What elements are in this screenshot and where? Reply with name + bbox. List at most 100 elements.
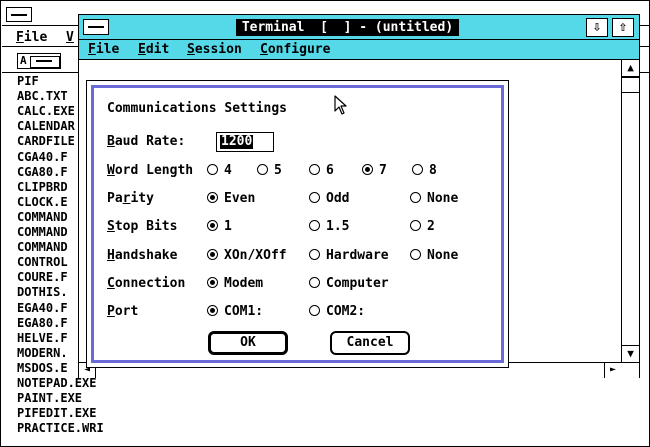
radio-option[interactable]: None bbox=[410, 248, 458, 264]
radio-empty-icon bbox=[309, 164, 320, 175]
menu-file[interactable]: File bbox=[88, 42, 119, 57]
file-list-item[interactable]: CARDFILE bbox=[17, 134, 75, 149]
radio-label: 8 bbox=[429, 163, 437, 178]
radio-option[interactable]: 4 bbox=[207, 163, 232, 179]
file-list-item[interactable]: PIF bbox=[17, 74, 39, 89]
radio-option[interactable]: 1.5 bbox=[309, 219, 349, 235]
maximize-icon[interactable]: ⇧ bbox=[612, 18, 634, 37]
scroll-up-icon[interactable]: ▲ bbox=[622, 60, 639, 77]
file-list-item[interactable]: COMMAND bbox=[17, 210, 68, 225]
file-list-item[interactable]: EGA40.F bbox=[17, 301, 68, 316]
radio-empty-icon bbox=[257, 164, 268, 175]
radio-option[interactable]: 2 bbox=[410, 219, 435, 235]
file-list-item[interactable]: CALENDAR bbox=[17, 119, 75, 134]
baud-rate-label-mnemonic: B bbox=[107, 134, 115, 149]
background-menu-view[interactable]: V bbox=[66, 30, 74, 45]
file-list-item[interactable]: NOTEPAD.EXE bbox=[17, 376, 96, 391]
radio-empty-icon bbox=[207, 164, 218, 175]
drive-selector[interactable]: A bbox=[17, 53, 61, 69]
file-list-item[interactable]: CLOCK.E bbox=[17, 195, 68, 210]
file-list-item[interactable]: CGA40.F bbox=[17, 150, 68, 165]
vertical-scrollbar[interactable]: ▲ ▼ bbox=[621, 60, 639, 363]
radio-label: 5 bbox=[274, 163, 282, 178]
baud-rate-label: Baud Rate: bbox=[107, 134, 185, 150]
radio-option[interactable]: COM2: bbox=[309, 304, 365, 320]
file-list-item[interactable]: CALC.EXE bbox=[17, 104, 75, 119]
radio-option[interactable]: 1 bbox=[207, 219, 232, 235]
radio-selected-icon bbox=[207, 220, 218, 231]
terminal-system-menu-icon[interactable] bbox=[83, 19, 109, 35]
radio-option[interactable]: Even bbox=[207, 191, 255, 207]
menu-session[interactable]: Session bbox=[187, 42, 242, 57]
radio-selected-icon bbox=[362, 164, 373, 175]
radio-empty-icon bbox=[309, 277, 320, 288]
radio-empty-icon bbox=[309, 249, 320, 260]
radio-label: 1 bbox=[224, 219, 232, 234]
radio-empty-icon bbox=[309, 220, 320, 231]
file-list-item[interactable]: PIFEDIT.EXE bbox=[17, 406, 96, 421]
file-list-item[interactable]: HELVE.F bbox=[17, 331, 68, 346]
radio-empty-icon bbox=[412, 164, 423, 175]
radio-option[interactable]: Odd bbox=[309, 191, 349, 207]
file-list-item[interactable]: MODERN. bbox=[17, 346, 68, 361]
file-list-item[interactable]: PAINT.EXE bbox=[17, 391, 82, 406]
radio-label: None bbox=[427, 191, 459, 206]
minimize-icon[interactable]: ⇩ bbox=[586, 18, 608, 37]
radio-option[interactable]: 6 bbox=[309, 163, 334, 179]
dialog-frame: Communications Settings Baud Rate: 1200 … bbox=[91, 85, 504, 363]
scroll-down-icon[interactable]: ▼ bbox=[622, 345, 639, 362]
radio-empty-icon bbox=[309, 305, 320, 316]
file-list-item[interactable]: CGA80.F bbox=[17, 165, 68, 180]
radio-option[interactable]: XOn/XOff bbox=[207, 248, 287, 264]
menu-edit[interactable]: Edit bbox=[138, 42, 169, 57]
file-list-item[interactable]: COMMAND bbox=[17, 240, 68, 255]
radio-label: COM1: bbox=[224, 304, 264, 319]
radio-empty-icon bbox=[410, 220, 421, 231]
radio-option[interactable]: Computer bbox=[309, 276, 389, 292]
ok-button[interactable]: OK bbox=[208, 331, 288, 355]
baud-rate-value: 1200 bbox=[220, 134, 254, 149]
cancel-button[interactable]: Cancel bbox=[330, 331, 410, 355]
setting-label: Port bbox=[107, 304, 139, 319]
file-list-item[interactable]: ABC.TXT bbox=[17, 89, 68, 104]
background-system-menu-icon[interactable] bbox=[6, 7, 32, 22]
radio-option[interactable]: 7 bbox=[362, 163, 387, 179]
radio-label: Even bbox=[224, 191, 256, 206]
vertical-scroll-track[interactable] bbox=[622, 77, 639, 345]
setting-label: Connection bbox=[107, 276, 186, 291]
vertical-scroll-thumb[interactable] bbox=[622, 77, 639, 93]
scroll-right-icon[interactable]: ► bbox=[604, 363, 621, 378]
file-list-item[interactable]: CONTROL bbox=[17, 255, 68, 270]
file-list-item[interactable]: DOTHIS. bbox=[17, 285, 68, 300]
radio-option[interactable]: 8 bbox=[412, 163, 437, 179]
background-menu-file[interactable]: File bbox=[16, 30, 47, 45]
radio-option[interactable]: 5 bbox=[257, 163, 282, 179]
baud-rate-label-rest: aud Rate: bbox=[114, 134, 186, 149]
radio-selected-icon bbox=[207, 249, 218, 260]
radio-label: Hardware bbox=[326, 248, 389, 263]
radio-option[interactable]: None bbox=[410, 191, 458, 207]
setting-label: Stop Bits bbox=[107, 219, 178, 234]
radio-option[interactable]: COM1: bbox=[207, 304, 263, 320]
communications-settings-dialog: Communications Settings Baud Rate: 1200 … bbox=[86, 80, 509, 368]
menu-configure[interactable]: Configure bbox=[260, 42, 330, 57]
radio-label: 4 bbox=[224, 163, 232, 178]
radio-label: XOn/XOff bbox=[224, 248, 287, 263]
file-list-item[interactable]: MSDOS.E bbox=[17, 361, 68, 376]
file-list-item[interactable]: PRACTICE.WRI bbox=[17, 421, 104, 436]
radio-label: 7 bbox=[379, 163, 387, 178]
terminal-menu-bar: File Edit Session Configure bbox=[79, 40, 639, 60]
radio-label: Modem bbox=[224, 276, 264, 291]
radio-selected-icon bbox=[207, 192, 218, 203]
terminal-title-bar[interactable]: Terminal [ ] - (untitled) ⇩ ⇧ bbox=[79, 15, 639, 40]
file-list-item[interactable]: COURE.F bbox=[17, 270, 68, 285]
radio-option[interactable]: Modem bbox=[207, 276, 263, 292]
file-list-item[interactable]: CLIPBRD bbox=[17, 180, 68, 195]
radio-empty-icon bbox=[410, 192, 421, 203]
radio-option[interactable]: Hardware bbox=[309, 248, 389, 264]
baud-rate-input[interactable]: 1200 bbox=[216, 132, 274, 152]
drive-icon bbox=[30, 56, 60, 68]
file-list-item[interactable]: COMMAND bbox=[17, 225, 68, 240]
radio-empty-icon bbox=[410, 249, 421, 260]
file-list-item[interactable]: EGA80.F bbox=[17, 316, 68, 331]
